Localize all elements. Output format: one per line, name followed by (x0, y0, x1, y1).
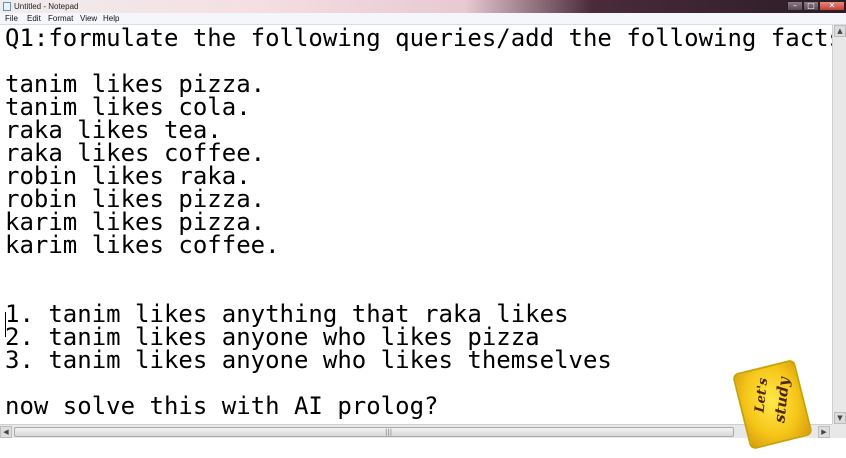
vertical-scrollbar[interactable]: ▲ ▼ (832, 25, 846, 424)
menu-help[interactable]: Help (103, 13, 119, 25)
menu-format[interactable]: Format (48, 13, 73, 25)
text-line: karim likes coffee. (5, 231, 280, 259)
scroll-down-button[interactable]: ▼ (834, 412, 846, 424)
window-title: Untitled - Notepad (14, 2, 79, 11)
logo-text-line1: Let's (752, 377, 772, 414)
notepad-icon (3, 2, 11, 11)
scroll-left-button[interactable]: ◀ (0, 426, 12, 438)
minimize-icon: – (793, 1, 797, 10)
maximize-button[interactable]: □ (803, 1, 819, 11)
scroll-left-icon: ◀ (3, 428, 9, 436)
scroll-down-icon: ▼ (837, 414, 843, 422)
menu-file[interactable]: File (5, 13, 18, 25)
scrollbar-corner (832, 424, 846, 438)
menu-edit[interactable]: Edit (27, 13, 41, 25)
close-button[interactable]: ✕ (819, 1, 845, 11)
logo-text-line2: study (770, 376, 793, 424)
horizontal-scrollbar[interactable]: ◀ ||| ▶ (0, 424, 832, 438)
scroll-up-button[interactable]: ▲ (834, 25, 846, 37)
horizontal-scroll-thumb[interactable]: ||| (14, 427, 734, 437)
grip-icon: ||| (385, 428, 393, 436)
minimize-button[interactable]: – (787, 1, 803, 11)
logo-badge: Let's study (731, 358, 813, 451)
close-icon: ✕ (828, 1, 836, 10)
menu-view[interactable]: View (80, 13, 97, 25)
menu-bar: File Edit Format View Help (0, 13, 846, 25)
text-line: Q1:formulate the following queries/add t… (5, 25, 832, 52)
text-line: now solve this with AI prolog? (5, 392, 439, 420)
text-editor[interactable]: Q1:formulate the following queries/add t… (0, 25, 832, 424)
scroll-up-icon: ▲ (837, 27, 843, 35)
text-line: 3. tanim likes anyone who likes themselv… (5, 346, 612, 374)
text-caret (5, 312, 6, 337)
title-bar: Untitled - Notepad – □ ✕ (0, 0, 846, 13)
maximize-icon: □ (807, 1, 815, 10)
